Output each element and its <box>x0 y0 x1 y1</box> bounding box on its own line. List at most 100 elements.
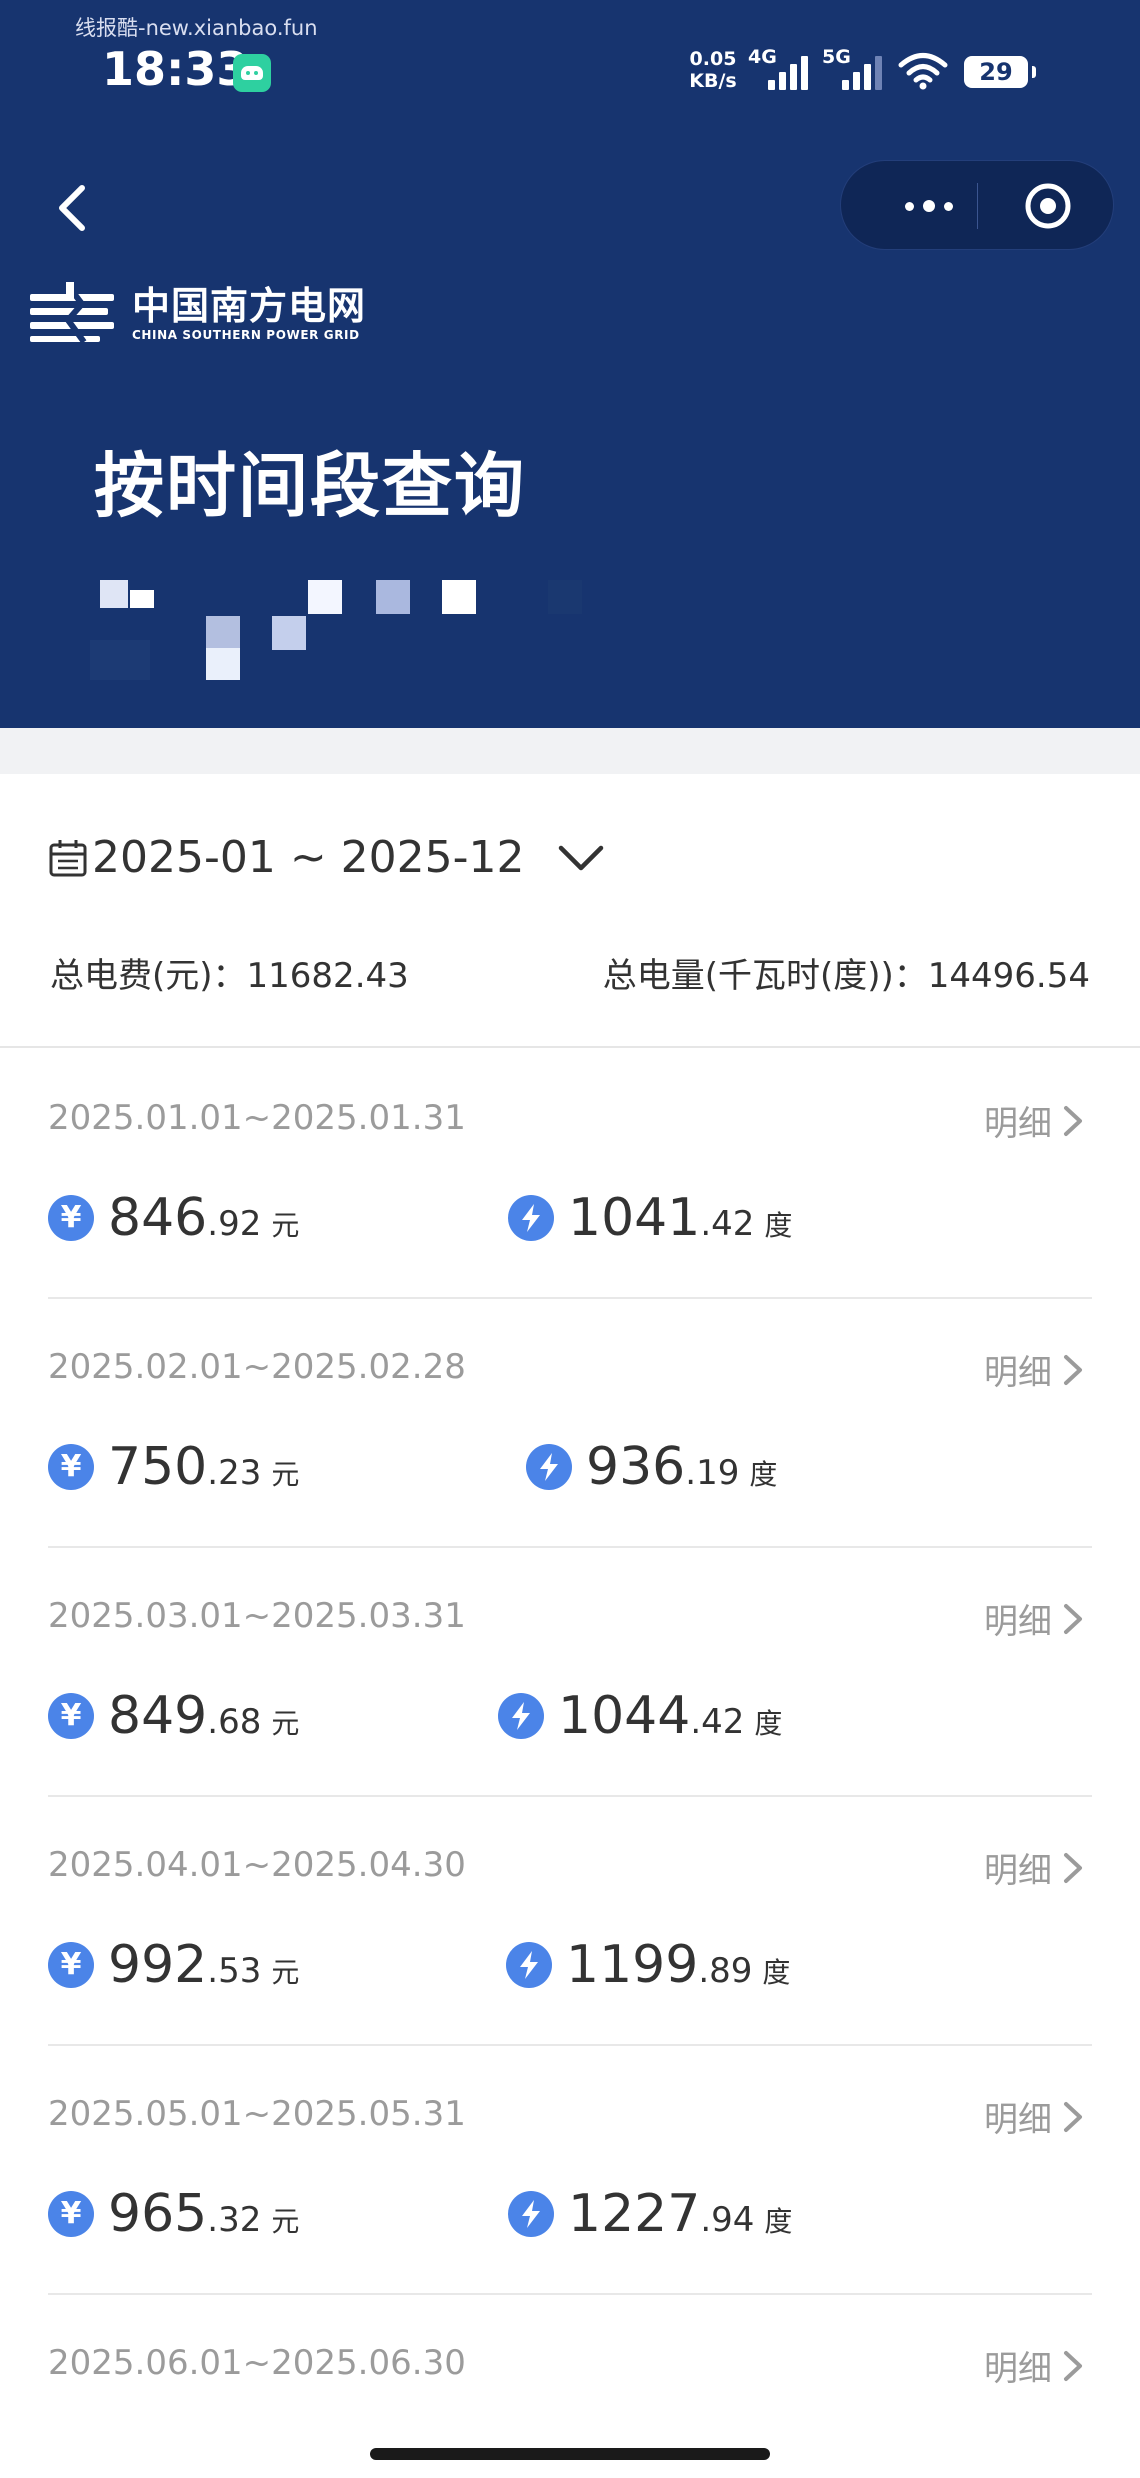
bill-period: 2025.03.01~2025.03.31 <box>48 1596 466 1636</box>
bill-period: 2025.04.01~2025.04.30 <box>48 1845 466 1885</box>
battery-icon: 29 <box>964 56 1036 88</box>
fee-int: 846 <box>108 1188 208 1248</box>
bill-item: 2025.01.01~2025.01.31 明细 ¥ 846.92 元 1041.… <box>48 1050 1092 1299</box>
total-kwh-label: 总电量(千瓦时(度))： <box>602 956 928 996</box>
signal-4g-icon: 4G <box>748 46 814 92</box>
fee-unit: 元 <box>271 1209 300 1242</box>
detail-label: 明细 <box>984 1851 1052 1891</box>
kwh-dec: .94 <box>700 2200 755 2240</box>
kwh-int: 936 <box>586 1437 686 1497</box>
fee-int: 849 <box>108 1686 208 1746</box>
chevron-left-icon[interactable] <box>52 178 102 238</box>
kwh-amount: 1199.89 度 <box>506 1935 790 1995</box>
bill-item: 2025.05.01~2025.05.31 明细 ¥ 965.32 元 1227.… <box>48 2046 1092 2295</box>
bill-item: 2025.04.01~2025.04.30 明细 ¥ 992.53 元 1199.… <box>48 1797 1092 2046</box>
bill-period: 2025.01.01~2025.01.31 <box>48 1098 466 1138</box>
chevron-down-icon <box>558 845 603 870</box>
kwh-unit: 度 <box>754 1707 783 1740</box>
total-fee-value: 11682.43 <box>246 956 409 996</box>
battery-level: 29 <box>979 58 1013 86</box>
yuan-icon: ¥ <box>48 1693 94 1739</box>
bill-period: 2025.02.01~2025.02.28 <box>48 1347 466 1387</box>
detail-label: 明细 <box>984 2349 1052 2389</box>
bill-period: 2025.05.01~2025.05.31 <box>48 2094 466 2134</box>
detail-link[interactable]: 明细 <box>984 2341 1084 2390</box>
net-speed: 0.05 KB/s <box>688 48 738 92</box>
fee-unit: 元 <box>271 1956 300 1989</box>
detail-label: 明细 <box>984 1602 1052 1642</box>
detail-link[interactable]: 明细 <box>984 1594 1084 1643</box>
chevron-right-icon <box>1064 1603 1082 1634</box>
fee-dec: .68 <box>207 1702 262 1742</box>
brand-name-en: CHINA SOUTHERN POWER GRID <box>132 328 360 342</box>
filter-section: 2025-01 ~ 2025-12 总电费(元)：11682.43 总电量(千瓦… <box>0 774 1140 1048</box>
brand-name-cn: 中国南方电网 <box>132 284 367 328</box>
kwh-dec: .42 <box>690 1702 745 1742</box>
fee-unit: 元 <box>271 2205 300 2238</box>
kwh-amount: 1041.42 度 <box>508 1188 792 1248</box>
kwh-unit: 度 <box>764 1209 793 1242</box>
detail-link[interactable]: 明细 <box>984 1096 1084 1145</box>
fee-dec: .32 <box>207 2200 262 2240</box>
kwh-amount: 936.19 度 <box>526 1437 777 1497</box>
total-kwh: 总电量(千瓦时(度))：14496.54 <box>603 948 1090 997</box>
brand-logo: 中国南方电网 CHINA SOUTHERN POWER GRID <box>30 282 366 344</box>
app-notification-icon <box>233 54 271 92</box>
detail-label: 明细 <box>984 2100 1052 2140</box>
signal-5g-icon: 5G <box>822 46 888 92</box>
lightning-icon <box>508 1195 554 1241</box>
power-grid-logo-icon <box>30 282 114 344</box>
kwh-int: 1044 <box>558 1686 691 1746</box>
status-time: 18:33 <box>102 42 249 96</box>
yuan-icon: ¥ <box>48 1444 94 1490</box>
total-fee: 总电费(元)：11682.43 <box>50 948 409 997</box>
chevron-right-icon <box>1064 2350 1082 2381</box>
kwh-int: 1199 <box>566 1935 699 1995</box>
totals-row: 总电费(元)：11682.43 总电量(千瓦时(度))：14496.54 <box>50 948 1090 997</box>
masked-account-info <box>90 570 610 690</box>
chevron-right-icon <box>1064 1852 1082 1883</box>
fee-amount: ¥ 849.68 元 <box>48 1686 299 1746</box>
fee-amount: ¥ 992.53 元 <box>48 1935 299 1995</box>
kwh-int: 1041 <box>568 1188 701 1248</box>
fee-unit: 元 <box>271 1707 300 1740</box>
total-fee-label: 总电费(元)： <box>50 956 247 996</box>
kwh-dec: .19 <box>685 1453 740 1493</box>
fee-dec: .53 <box>207 1951 262 1991</box>
fee-amount: ¥ 750.23 元 <box>48 1437 299 1497</box>
kwh-unit: 度 <box>762 1956 791 1989</box>
more-dots-icon[interactable] <box>881 161 976 251</box>
net-speed-value: 0.05 <box>689 48 737 70</box>
lightning-icon <box>506 1942 552 1988</box>
kwh-amount: 1227.94 度 <box>508 2184 792 2244</box>
section-gap <box>0 728 1140 774</box>
chevron-right-icon <box>1064 1354 1082 1385</box>
kwh-int: 1227 <box>568 2184 701 2244</box>
chevron-right-icon <box>1064 2101 1082 2132</box>
date-range-text: 2025-01 ~ 2025-12 <box>92 832 525 883</box>
calendar-icon <box>49 839 87 876</box>
bill-period: 2025.06.01~2025.06.30 <box>48 2343 466 2383</box>
wifi-icon <box>898 53 948 90</box>
fee-int: 965 <box>108 2184 208 2244</box>
fee-amount: ¥ 846.92 元 <box>48 1188 299 1248</box>
mini-program-capsule <box>840 160 1114 250</box>
fee-int: 750 <box>108 1437 208 1497</box>
lightning-icon <box>498 1693 544 1739</box>
fee-dec: .23 <box>207 1453 262 1493</box>
page-title: 按时间段查询 <box>94 445 526 527</box>
header: 线报酷-new.xianbao.fun 18:33 0.05 KB/s 4G 5… <box>0 0 1140 728</box>
date-range-selector[interactable]: 2025-01 ~ 2025-12 <box>48 832 605 883</box>
kwh-amount: 1044.42 度 <box>498 1686 782 1746</box>
home-indicator[interactable] <box>370 2448 770 2460</box>
detail-link[interactable]: 明细 <box>984 1843 1084 1892</box>
target-circle-icon[interactable] <box>1023 181 1073 231</box>
detail-link[interactable]: 明细 <box>984 2092 1084 2141</box>
bill-item: 2025.02.01~2025.02.28 明细 ¥ 750.23 元 936.1… <box>48 1299 1092 1548</box>
detail-link[interactable]: 明细 <box>984 1345 1084 1394</box>
fee-unit: 元 <box>271 1458 300 1491</box>
kwh-unit: 度 <box>764 2205 793 2238</box>
bill-item: 2025.03.01~2025.03.31 明细 ¥ 849.68 元 1044.… <box>48 1548 1092 1797</box>
detail-label: 明细 <box>984 1104 1052 1144</box>
bill-list: 2025.01.01~2025.01.31 明细 ¥ 846.92 元 1041.… <box>48 1050 1092 2478</box>
